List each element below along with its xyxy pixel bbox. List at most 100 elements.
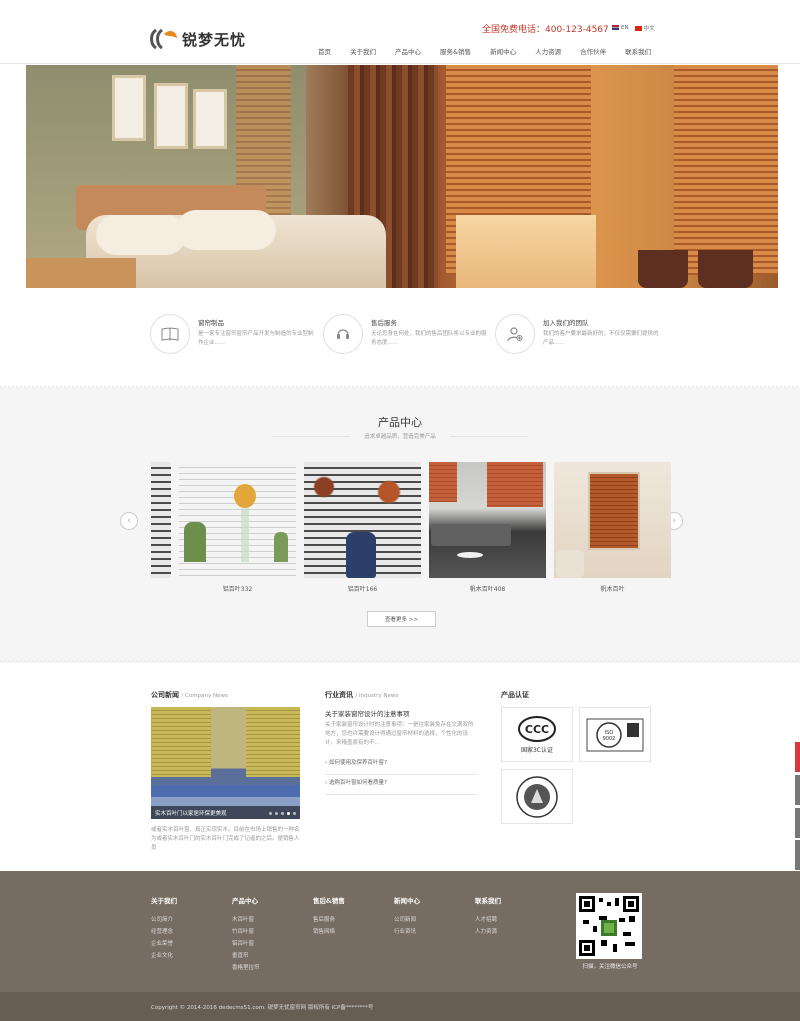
slider-dot[interactable] (293, 812, 296, 815)
industry-headline[interactable]: 关于家装窗帘设计的注意事项 (325, 708, 410, 718)
hero-picture-frame (112, 75, 146, 141)
product-card-partial[interactable] (151, 462, 171, 578)
slider-dot[interactable] (269, 812, 272, 815)
company-news-en: / Company News (181, 693, 228, 699)
logo-mark-icon (150, 28, 177, 50)
lang-en-link[interactable]: EN (612, 25, 629, 31)
side-float-tab[interactable] (795, 840, 800, 870)
products-subtitle: 追求卓越品质，营造完美产品 (272, 432, 528, 440)
wechat-qr-code (576, 893, 642, 959)
footer-link[interactable]: 木百叶窗 (232, 914, 260, 926)
footer-col-about: 关于我们 公司简介 经营理念 企业荣誉 企业文化 (151, 895, 177, 962)
lang-cn-label: 中文 (643, 26, 655, 32)
nav-about[interactable]: 关于我们 (350, 46, 376, 56)
headset-icon (337, 329, 349, 339)
nav-partners[interactable]: 合作伙伴 (580, 46, 606, 56)
industry-link[interactable]: › 如何使用及保养百叶窗? (325, 758, 477, 775)
product-image (179, 462, 296, 578)
product-card[interactable]: 铝百叶332 (179, 462, 296, 593)
footer-link[interactable]: 香格里拉帘 (232, 962, 260, 974)
feature-icon-circle (495, 314, 535, 354)
feature-join-team[interactable]: 加入我们的团队 我们的客户要求最新好的，不仅仅需要们提供的产品...... (495, 312, 670, 362)
feature-title: 窗帘制品 (198, 319, 224, 327)
news-photo-slider[interactable]: 实木百叶门以家居环保更美观 (151, 707, 300, 819)
footer-col-news: 新闻中心 公司新闻 行业资讯 (394, 895, 420, 938)
footer-link[interactable]: 企业荣誉 (151, 938, 177, 950)
feature-after-sales[interactable]: 售后服务 无论您身在何处，我们的售后团队将以专业的服务态度...... (323, 312, 498, 362)
hero-picture-frame (154, 83, 188, 149)
slider-dot-active[interactable] (287, 812, 290, 815)
company-news-title: 公司新闻 (151, 691, 179, 699)
chair (556, 550, 584, 578)
footer-link[interactable]: 竹百叶窗 (232, 926, 260, 938)
footer-col-title: 新闻中心 (394, 897, 420, 905)
nav-hr[interactable]: 人力资源 (535, 46, 561, 56)
wave-divider (0, 385, 800, 389)
footer-link[interactable]: 垂直帘 (232, 950, 260, 962)
footer-link[interactable]: 售后服务 (313, 914, 345, 926)
slider-dot[interactable] (275, 812, 278, 815)
cert-iso9002[interactable]: ISO 9002 (579, 707, 651, 762)
feature-title: 售后服务 (371, 319, 397, 327)
footer-link[interactable]: 企业文化 (151, 950, 177, 962)
hotline: 全国免费电话：400-123-4567 (482, 25, 609, 35)
logo[interactable]: 锐梦无忧 (150, 26, 246, 52)
feature-desc: 无论您身在何处，我们的售后团队将以专业的服务态度...... (371, 331, 487, 346)
product-name: 帆木百叶 (600, 586, 625, 593)
copyright-text: Copyright © 2014-2016 dedecms51.com. 锐梦无… (151, 1005, 374, 1011)
cert-seal[interactable] (501, 769, 573, 824)
carousel-prev-button[interactable]: ‹ (120, 512, 138, 530)
cert-3c[interactable]: CCC 国家3C认证 (501, 707, 573, 762)
footer-col-title: 售后&销售 (313, 897, 345, 905)
blind (151, 707, 211, 777)
product-image (151, 462, 171, 578)
news-summary: 或者实木百叶窗、真正实现实木。目前在市场上销售的一种名为或者实木百叶门的实木百叶… (151, 827, 300, 851)
slider-dots (269, 812, 296, 815)
hero-plant-pot (698, 250, 753, 288)
industry-link-label: 如何使用及保养百叶窗? (328, 760, 387, 766)
product-name: 铝百叶166 (347, 586, 378, 593)
lang-cn-link[interactable]: 中文 (634, 24, 655, 32)
site-header: 锐梦无忧 全国免费电话：400-123-4567 EN 中文 首页 关于我们 产… (0, 0, 800, 64)
footer-link[interactable]: 行业资讯 (394, 926, 420, 938)
footer-link[interactable]: 公司简介 (151, 914, 177, 926)
footer-link[interactable]: 经营理念 (151, 926, 177, 938)
product-name: 铝百叶332 (222, 586, 253, 593)
hero-pillow (96, 215, 186, 255)
feature-desc: 我们的客户要求最新好的，不仅仅需要们提供的产品...... (543, 331, 659, 346)
nav-news[interactable]: 新闻中心 (490, 46, 516, 56)
product-card[interactable]: 铝百叶166 (304, 462, 421, 593)
blind (588, 472, 640, 550)
industry-news-heading[interactable]: 行业资讯 / Industry News (325, 690, 398, 700)
side-float-tab[interactable] (795, 775, 800, 805)
nav-products[interactable]: 产品中心 (395, 46, 421, 56)
side-float-tab[interactable] (795, 808, 800, 838)
footer-link[interactable]: 公司新闻 (394, 914, 420, 926)
nav-contact[interactable]: 联系我们 (625, 46, 651, 56)
product-card[interactable]: 帆木百叶 (554, 462, 671, 593)
hero-nightstand (26, 258, 136, 288)
footer-link[interactable]: 铝百叶窗 (232, 938, 260, 950)
blind (246, 707, 300, 777)
industry-news-title: 行业资讯 (325, 691, 353, 699)
hero-banner[interactable] (26, 65, 778, 288)
product-card[interactable]: 帆木百叶408 (429, 462, 546, 593)
view-more-button[interactable]: 查看更多 >> (367, 611, 436, 627)
nav-service-sales[interactable]: 服务&销售 (440, 46, 471, 56)
slider-dot[interactable] (281, 812, 284, 815)
industry-news-en: / Industry News (355, 693, 399, 699)
industry-link[interactable]: › 选购百叶窗如何看质量? (325, 778, 477, 795)
plant (274, 532, 288, 562)
footer-link[interactable]: 销售网络 (313, 926, 345, 938)
main-nav: 首页 关于我们 产品中心 服务&销售 新闻中心 人力资源 合作伙伴 联系我们 (318, 46, 670, 56)
nav-home[interactable]: 首页 (318, 46, 331, 56)
product-image (304, 462, 421, 578)
company-news-heading[interactable]: 公司新闻 / Company News (151, 690, 228, 700)
footer-link[interactable]: 人力资源 (475, 926, 501, 938)
qr-code-icon (579, 896, 639, 956)
chevron-right-icon: › (672, 516, 676, 526)
feature-curtain-products[interactable]: 窗帘制品 是一家专注窗帘窗帘产品开发与制造的专业型制作企业...... (150, 312, 325, 362)
product-name: 帆木百叶408 (469, 586, 506, 593)
footer-link[interactable]: 人才招聘 (475, 914, 501, 926)
side-float-tab[interactable] (795, 742, 800, 772)
